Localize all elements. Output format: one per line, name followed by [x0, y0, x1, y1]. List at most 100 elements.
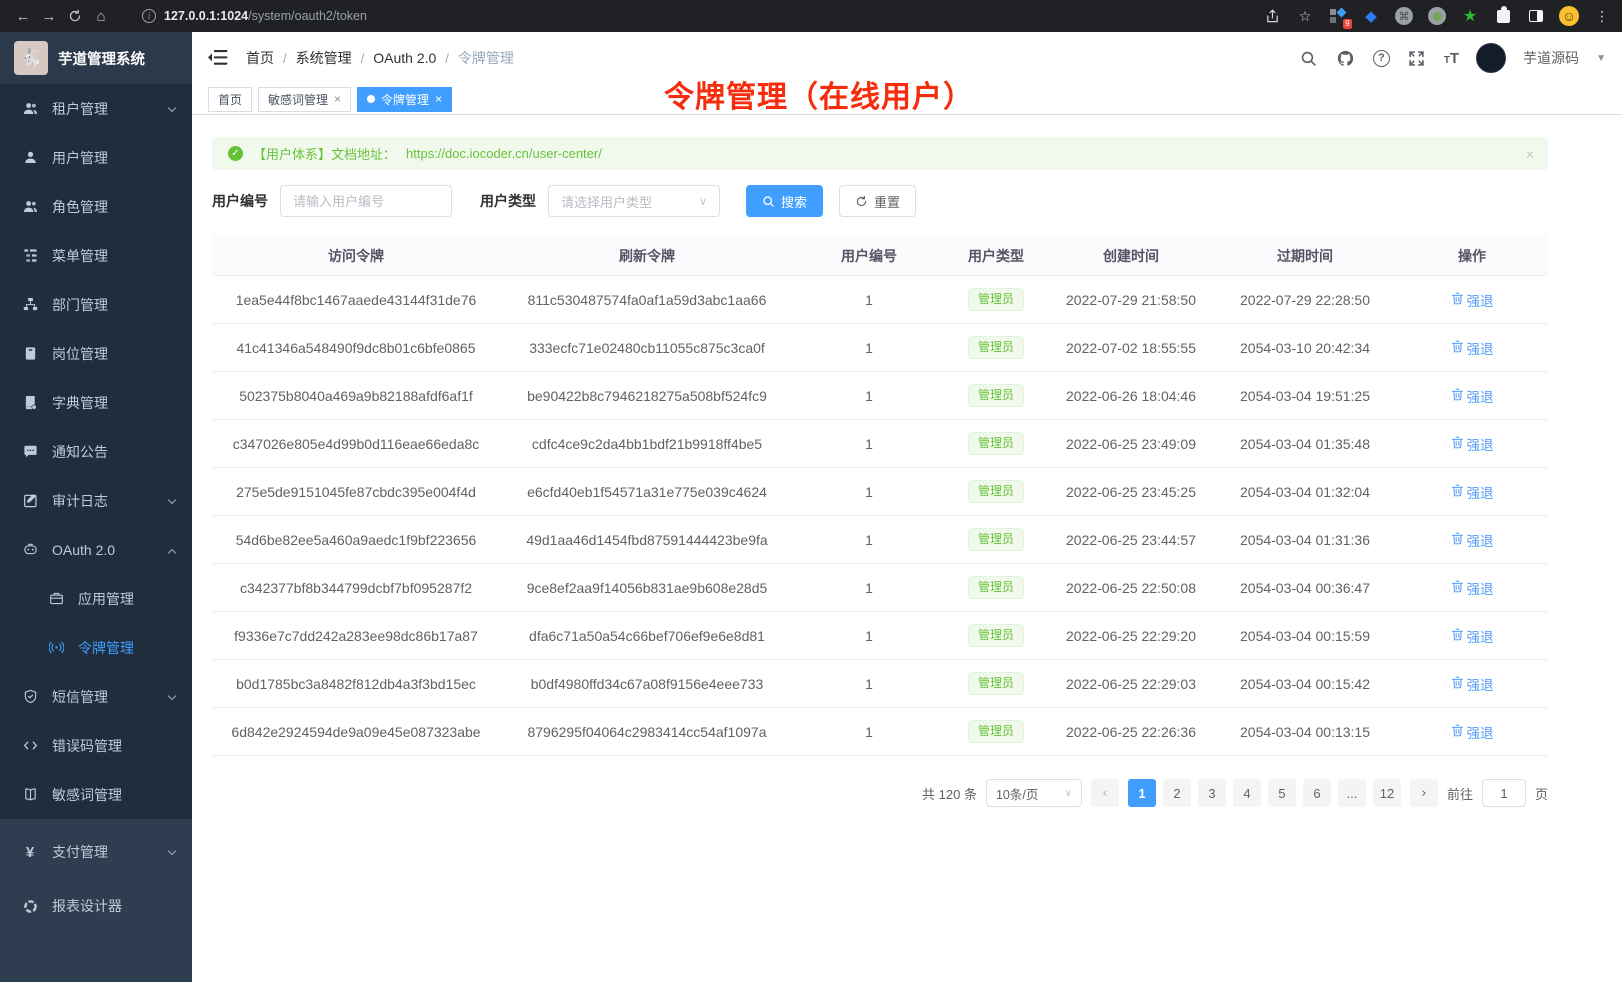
- alert-close-icon[interactable]: ×: [1526, 146, 1534, 162]
- sidebar-item-6[interactable]: 字典管理: [0, 378, 192, 427]
- force-logout-button[interactable]: 强退: [1451, 434, 1494, 454]
- split-view-icon[interactable]: [1526, 6, 1546, 26]
- trash-icon: [1451, 340, 1464, 356]
- sidebar-item-4[interactable]: 部门管理: [0, 280, 192, 329]
- force-logout-button[interactable]: 强退: [1451, 722, 1494, 742]
- site-info-icon[interactable]: i: [142, 9, 156, 23]
- sidebar-item-7[interactable]: 通知公告: [0, 427, 192, 476]
- bookmark-star-icon[interactable]: ☆: [1295, 6, 1315, 26]
- sidebar-item-9[interactable]: OAuth 2.0: [0, 525, 192, 574]
- sidebar-item-16[interactable]: 报表设计器: [0, 879, 192, 933]
- sidebar-item-15[interactable]: ¥支付管理: [0, 825, 192, 879]
- goto-label: 前往: [1447, 784, 1473, 803]
- browser-forward-icon[interactable]: →: [36, 3, 62, 29]
- refresh-token-cell: cdfc4ce9c2da4bb1bdf21b9918ff4be5: [500, 436, 794, 452]
- star-extension-icon[interactable]: ★: [1460, 6, 1480, 26]
- sidebar-item-8[interactable]: 审计日志: [0, 476, 192, 525]
- table-row: c347026e805e4d99b0d116eae66eda8ccdfc4ce9…: [212, 420, 1548, 468]
- tab-sensitive-words[interactable]: 敏感词管理×: [258, 87, 351, 112]
- force-logout-button[interactable]: 强退: [1451, 530, 1494, 550]
- browser-reload-icon[interactable]: [62, 3, 88, 29]
- reset-button[interactable]: 重置: [839, 185, 916, 217]
- share-icon[interactable]: [1262, 6, 1282, 26]
- breadcrumb-system[interactable]: 系统管理: [296, 48, 352, 68]
- force-logout-button[interactable]: 强退: [1451, 578, 1494, 598]
- user-name[interactable]: 芋道源码: [1523, 48, 1579, 68]
- page-button-2[interactable]: 2: [1163, 779, 1191, 807]
- font-size-icon[interactable]: TT: [1444, 50, 1459, 67]
- force-logout-button[interactable]: 强退: [1451, 290, 1494, 310]
- github-icon[interactable]: [1336, 48, 1356, 68]
- profile-avatar-icon[interactable]: ☺: [1559, 6, 1579, 26]
- page-button-6[interactable]: 6: [1303, 779, 1331, 807]
- yen-icon: ¥: [22, 844, 38, 860]
- search-icon[interactable]: [1299, 48, 1319, 68]
- page-button-1[interactable]: 1: [1128, 779, 1156, 807]
- browser-home-icon[interactable]: ⌂: [88, 3, 114, 29]
- user-avatar[interactable]: [1476, 43, 1506, 73]
- user-id-cell: 1: [794, 676, 944, 692]
- next-page-button[interactable]: ›: [1410, 779, 1438, 807]
- access-token-cell: c342377bf8b344799dcbf7bf095287f2: [212, 580, 500, 596]
- command-extension-icon[interactable]: ⌘: [1394, 6, 1414, 26]
- user-type-select[interactable]: 请选择用户类型 ∨: [548, 185, 720, 217]
- user-id-cell: 1: [794, 340, 944, 356]
- page-ellipsis[interactable]: ...: [1338, 779, 1366, 807]
- close-icon[interactable]: ×: [435, 93, 442, 105]
- force-logout-button[interactable]: 强退: [1451, 674, 1494, 694]
- sidebar-item-2[interactable]: 角色管理: [0, 182, 192, 231]
- user-menu-caret-icon[interactable]: ▼: [1596, 53, 1606, 64]
- sidebar-item-5[interactable]: 岗位管理: [0, 329, 192, 378]
- access-token-cell: f9336e7c7dd242a283ee98dc86b17a87: [212, 628, 500, 644]
- user-id-cell: 1: [794, 724, 944, 740]
- gem-extension-icon[interactable]: ◆: [1361, 6, 1381, 26]
- prev-page-button[interactable]: ‹: [1091, 779, 1119, 807]
- tab-token-management[interactable]: 令牌管理×: [357, 87, 452, 112]
- extensions-puzzle-icon[interactable]: [1493, 6, 1513, 26]
- extension-with-badge-icon[interactable]: 9: [1328, 6, 1348, 26]
- sidebar-item-1[interactable]: 用户管理: [0, 133, 192, 182]
- announcement-icon: [22, 444, 38, 460]
- sidebar-item-0[interactable]: 租户管理: [0, 84, 192, 133]
- page-size-select[interactable]: 10条/页 ∨: [986, 779, 1082, 807]
- page-button-4[interactable]: 4: [1233, 779, 1261, 807]
- book-open-icon: [22, 787, 38, 803]
- breadcrumb-oauth[interactable]: OAuth 2.0: [373, 50, 436, 66]
- trash-icon: [1451, 532, 1464, 548]
- force-logout-button[interactable]: 强退: [1451, 626, 1494, 646]
- sidebar-collapse-icon[interactable]: [208, 50, 228, 66]
- app-logo-row[interactable]: 🐇 芋道管理系统: [0, 32, 192, 84]
- close-icon[interactable]: ×: [334, 93, 341, 105]
- sidebar-item-10[interactable]: 应用管理: [0, 574, 192, 623]
- page-button-5[interactable]: 5: [1268, 779, 1296, 807]
- user-id-cell: 1: [794, 436, 944, 452]
- tab-home[interactable]: 首页: [208, 87, 252, 112]
- sidebar-item-14[interactable]: 敏感词管理: [0, 770, 192, 819]
- force-logout-button[interactable]: 强退: [1451, 386, 1494, 406]
- sidebar-item-13[interactable]: 错误码管理: [0, 721, 192, 770]
- force-logout-button[interactable]: 强退: [1451, 338, 1494, 358]
- page-button-12[interactable]: 12: [1373, 779, 1401, 807]
- user-id-input[interactable]: [280, 185, 452, 217]
- kebab-menu-icon[interactable]: ⋮: [1592, 6, 1612, 26]
- expires-at-cell: 2054-03-04 00:36:47: [1214, 580, 1396, 596]
- trash-icon: [1451, 388, 1464, 404]
- force-logout-button[interactable]: 强退: [1451, 482, 1494, 502]
- fullscreen-icon[interactable]: [1407, 48, 1427, 68]
- goto-page-input[interactable]: [1482, 779, 1526, 807]
- breadcrumb-current: 令牌管理: [458, 48, 514, 68]
- user-type-cell: 管理员: [944, 288, 1048, 312]
- alert-doc-link[interactable]: https://doc.iocoder.cn/user-center/: [406, 146, 602, 161]
- sidebar-item-3[interactable]: 菜单管理: [0, 231, 192, 280]
- address-bar[interactable]: i 127.0.0.1:1024/system/oauth2/token: [142, 9, 1262, 23]
- help-icon[interactable]: ?: [1373, 50, 1390, 67]
- sidebar-item-12[interactable]: 短信管理: [0, 672, 192, 721]
- search-button[interactable]: 搜索: [746, 185, 823, 217]
- page-button-3[interactable]: 3: [1198, 779, 1226, 807]
- user-type-cell: 管理员: [944, 672, 1048, 696]
- sidebar-item-11[interactable]: 令牌管理: [0, 623, 192, 672]
- dot-extension-icon[interactable]: [1427, 6, 1447, 26]
- breadcrumb-home[interactable]: 首页: [246, 48, 274, 68]
- table-row: 275e5de9151045fe87cbdc395e004f4de6cfd40e…: [212, 468, 1548, 516]
- browser-back-icon[interactable]: ←: [10, 3, 36, 29]
